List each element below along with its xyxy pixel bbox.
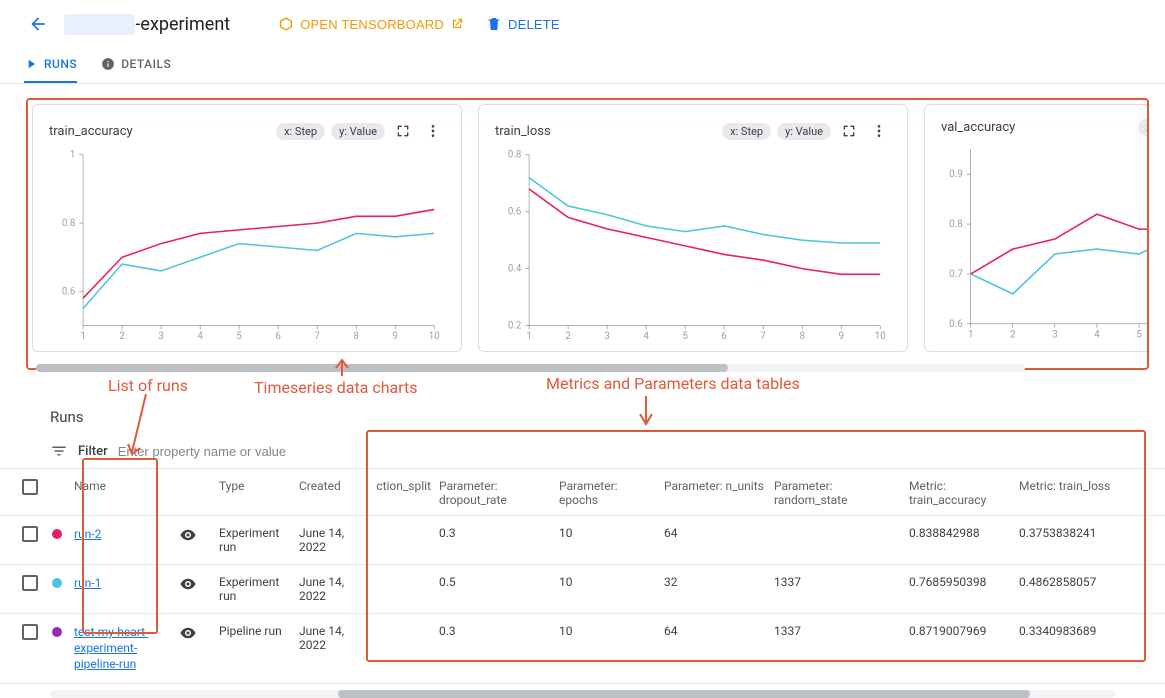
visibility-icon[interactable] <box>179 526 211 544</box>
svg-text:0.2: 0.2 <box>508 320 522 331</box>
svg-text:0.8: 0.8 <box>508 150 521 161</box>
row-checkbox[interactable] <box>22 526 38 542</box>
svg-text:2: 2 <box>119 331 125 342</box>
filter-input[interactable] <box>118 444 338 459</box>
svg-text:0.8: 0.8 <box>949 219 963 230</box>
svg-text:4: 4 <box>197 331 203 342</box>
chart-title: val_accuracy <box>941 120 1132 135</box>
svg-text:0.8: 0.8 <box>62 218 75 229</box>
svg-text:7: 7 <box>314 331 320 342</box>
more-icon[interactable] <box>421 119 445 143</box>
svg-text:3: 3 <box>158 331 163 342</box>
svg-text:3: 3 <box>1052 330 1058 341</box>
back-arrow-icon[interactable] <box>24 10 52 38</box>
select-all-checkbox[interactable] <box>22 479 38 495</box>
svg-text:10: 10 <box>429 331 440 342</box>
svg-text:4: 4 <box>643 331 649 342</box>
svg-text:9: 9 <box>838 331 843 342</box>
svg-text:6: 6 <box>275 331 280 342</box>
run-name-link[interactable]: run-1 <box>74 576 101 590</box>
more-icon[interactable] <box>867 119 891 143</box>
svg-text:7: 7 <box>760 331 766 342</box>
svg-text:5: 5 <box>236 331 242 342</box>
svg-text:0.9: 0.9 <box>949 169 963 180</box>
chart-card-train_loss: train_loss x: Step y: Value 0.2 0.4 0.6 0.8… <box>478 104 908 352</box>
charts-container: train_accuracy x: Step y: Value 0.6 0.8 1 1… <box>26 98 1149 370</box>
axis-pill-x[interactable]: x: Step <box>276 123 325 140</box>
filter-icon[interactable] <box>50 442 68 460</box>
run-name-link[interactable]: test-my-heart-experiment-pipeline-run <box>74 625 148 671</box>
svg-text:0.4: 0.4 <box>508 264 522 275</box>
svg-text:8: 8 <box>799 331 804 342</box>
runs-section-title: Runs <box>50 408 1165 426</box>
svg-text:1: 1 <box>70 150 75 161</box>
svg-text:4: 4 <box>1094 330 1100 341</box>
visibility-icon[interactable] <box>179 624 211 642</box>
svg-text:3: 3 <box>604 331 609 342</box>
svg-text:0.7: 0.7 <box>949 269 963 280</box>
svg-text:10: 10 <box>875 331 886 342</box>
table-row: run-1 Experiment run June 14, 2022 0.5 1… <box>0 565 1165 614</box>
svg-text:1: 1 <box>526 331 531 342</box>
axis-pill-x[interactable]: x: Step <box>1138 119 1149 136</box>
tab-details[interactable]: DETAILS <box>101 57 171 83</box>
axis-pill-x[interactable]: x: Step <box>722 123 771 140</box>
run-color-dot <box>52 578 62 588</box>
row-checkbox[interactable] <box>22 575 38 591</box>
visibility-icon[interactable] <box>179 575 211 593</box>
axis-pill-y[interactable]: y: Value <box>331 123 385 140</box>
svg-text:1: 1 <box>968 330 974 341</box>
svg-text:1: 1 <box>80 331 85 342</box>
chart-title: train_accuracy <box>49 124 270 139</box>
svg-text:2: 2 <box>565 331 571 342</box>
axis-pill-y[interactable]: y: Value <box>777 123 831 140</box>
chart-card-val_accuracy: val_accuracy x: Step 0.60.70.80.9123456 <box>924 104 1149 352</box>
run-color-dot <box>52 627 62 637</box>
table-header: Name TypeCreated ction_split Parameter: … <box>0 469 1165 516</box>
delete-button[interactable]: DELETE <box>478 10 568 38</box>
open-tensorboard-button[interactable]: OPEN TENSORBOARD <box>270 10 472 38</box>
svg-text:0.6: 0.6 <box>62 286 75 297</box>
tab-runs[interactable]: RUNS <box>24 57 77 83</box>
svg-text:8: 8 <box>353 331 358 342</box>
table-row: run-2 Experiment run June 14, 2022 0.3 1… <box>0 516 1165 565</box>
experiment-title: xxxxxxxx-experiment <box>64 14 230 35</box>
fullscreen-icon[interactable] <box>391 119 415 143</box>
svg-text:5: 5 <box>1136 330 1142 341</box>
run-color-dot <box>52 529 62 539</box>
table-row: test-my-heart-experiment-pipeline-run Pi… <box>0 614 1165 684</box>
annotation-ts-charts: Timeseries data charts <box>254 378 418 397</box>
chart-title: train_loss <box>495 124 716 139</box>
svg-text:5: 5 <box>682 331 688 342</box>
run-name-link[interactable]: run-2 <box>74 527 101 541</box>
svg-text:0.6: 0.6 <box>508 207 521 218</box>
svg-text:2: 2 <box>1010 330 1016 341</box>
svg-text:6: 6 <box>721 331 726 342</box>
svg-text:0.6: 0.6 <box>949 319 963 330</box>
annotation-metrics-tables: Metrics and Parameters data tables <box>546 374 800 393</box>
svg-text:9: 9 <box>392 331 397 342</box>
filter-label: Filter <box>78 444 108 459</box>
row-checkbox[interactable] <box>22 624 38 640</box>
chart-card-train_accuracy: train_accuracy x: Step y: Value 0.6 0.8 1 1… <box>32 104 462 352</box>
annotation-list-of-runs: List of runs <box>108 376 188 395</box>
fullscreen-icon[interactable] <box>837 119 861 143</box>
